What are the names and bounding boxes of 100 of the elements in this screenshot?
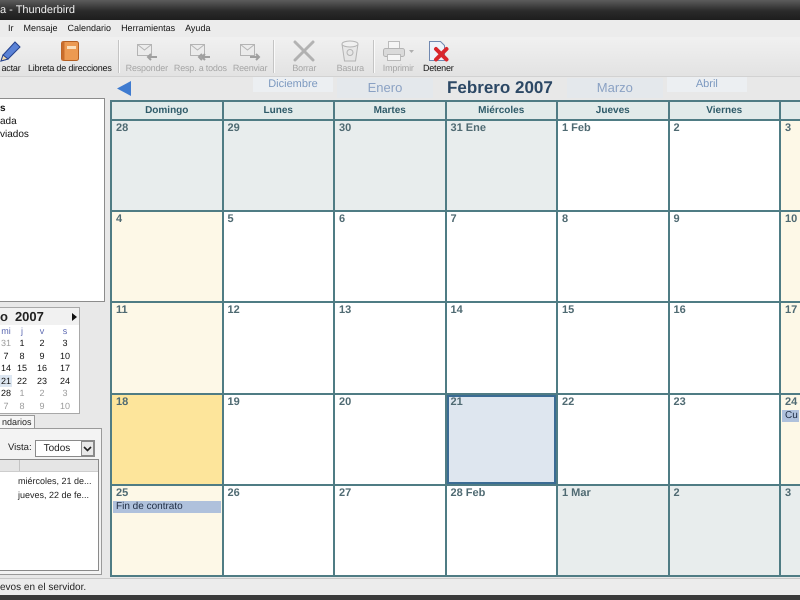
menu-item[interactable]: Herramientas bbox=[116, 22, 180, 35]
day-cell[interactable]: 16 bbox=[670, 303, 781, 395]
day-cell[interactable]: 18 bbox=[112, 394, 224, 486]
day-number: 14 bbox=[450, 303, 463, 318]
day-cell[interactable]: 8 bbox=[558, 212, 670, 304]
day-number: 28 bbox=[115, 121, 128, 135]
day-cell[interactable]: 2 bbox=[670, 486, 781, 577]
day-number: 9 bbox=[672, 212, 680, 226]
mini-calendar-day[interactable]: 28 bbox=[0, 387, 12, 400]
day-cell[interactable]: 4 bbox=[112, 212, 224, 304]
day-cell[interactable]: 30 bbox=[335, 121, 446, 212]
right-arrow-icon[interactable] bbox=[72, 312, 77, 320]
menu-item[interactable]: Mensaje bbox=[18, 22, 63, 35]
day-cell[interactable]: 23 bbox=[670, 394, 781, 486]
day-cell[interactable]: 11 bbox=[112, 303, 224, 395]
weekday-header: Viernes bbox=[670, 102, 781, 121]
day-cell[interactable]: 13 bbox=[335, 303, 446, 395]
day-cell[interactable]: 15 bbox=[558, 303, 670, 395]
day-cell[interactable]: 7 bbox=[446, 212, 558, 304]
pencil-icon bbox=[0, 40, 22, 62]
day-number: 26 bbox=[226, 486, 240, 500]
day-cell[interactable]: 1 Mar bbox=[558, 486, 670, 577]
menu-item[interactable]: Ayuda bbox=[180, 22, 216, 35]
event-row[interactable]: jueves, 22 de fe... bbox=[0, 488, 90, 502]
day-number: 10 bbox=[784, 212, 798, 226]
day-cell[interactable]: 28 Feb bbox=[446, 486, 558, 577]
day-cell[interactable]: 9 bbox=[670, 212, 781, 304]
view-label: Vista: bbox=[8, 441, 32, 456]
mini-calendar-day[interactable]: 2 bbox=[32, 337, 52, 350]
mini-calendar-day[interactable]: 14 bbox=[0, 362, 12, 374]
address-book-button[interactable]: Libreta de direcciones bbox=[25, 37, 115, 76]
mini-calendar-day[interactable]: 21 bbox=[0, 374, 12, 387]
calendars-tab[interactable]: ndarios bbox=[0, 415, 35, 428]
trash-icon bbox=[339, 40, 362, 62]
day-cell[interactable]: 17 bbox=[781, 303, 800, 395]
mini-calendar-day[interactable]: 23 bbox=[32, 374, 52, 387]
mini-calendar-day[interactable]: 7 bbox=[0, 350, 12, 362]
day-number: 1 Feb bbox=[561, 121, 591, 135]
day-cell[interactable]: 6 bbox=[335, 212, 446, 304]
day-number: 19 bbox=[226, 394, 240, 409]
weekday-label: v bbox=[38, 325, 46, 337]
day-number: 3 bbox=[784, 486, 792, 500]
mini-calendar-day[interactable]: 3 bbox=[52, 337, 78, 350]
mini-calendar-day[interactable]: 10 bbox=[52, 350, 78, 362]
day-number: 27 bbox=[338, 486, 352, 500]
folder-item[interactable]: ada bbox=[0, 115, 17, 128]
stop-button[interactable]: Detener bbox=[418, 37, 458, 76]
day-cell[interactable]: 29 bbox=[224, 121, 335, 212]
day-number: 17 bbox=[784, 303, 798, 318]
day-cell[interactable]: 3 bbox=[781, 486, 800, 577]
day-number: 7 bbox=[450, 212, 457, 226]
mini-calendar-day[interactable]: 16 bbox=[32, 362, 52, 374]
day-number: 12 bbox=[226, 303, 240, 318]
day-number: 13 bbox=[338, 303, 352, 318]
day-number: 11 bbox=[115, 303, 128, 318]
month-tab[interactable]: Febrero 2007 bbox=[437, 77, 563, 99]
menu-item[interactable]: Ir bbox=[3, 22, 18, 35]
day-number: 28 Feb bbox=[450, 486, 486, 500]
status-text: evos en el servidor. bbox=[0, 582, 86, 593]
day-cell[interactable]: 14 bbox=[446, 303, 558, 395]
day-cell[interactable]: 20 bbox=[335, 394, 446, 486]
calendar-event[interactable]: Fin de contrato bbox=[113, 500, 220, 513]
day-cell[interactable]: 12 bbox=[224, 303, 335, 395]
day-cell[interactable]: 28 bbox=[112, 121, 224, 212]
mini-calendar-day[interactable]: 1 bbox=[12, 337, 32, 350]
compose-button[interactable]: actar bbox=[0, 37, 25, 76]
day-cell[interactable]: 31 Ene bbox=[446, 121, 558, 212]
day-cell[interactable]: 24 Cu bbox=[781, 394, 800, 486]
mini-calendar-day[interactable]: 8 bbox=[12, 350, 32, 362]
folder-item[interactable]: s bbox=[0, 102, 6, 115]
day-cell[interactable]: 22 bbox=[558, 394, 670, 486]
day-cell[interactable]: 10 bbox=[781, 212, 800, 304]
day-cell[interactable]: 25 Fin de contrato bbox=[112, 486, 224, 577]
left-arrow-icon[interactable] bbox=[117, 81, 131, 96]
day-cell[interactable]: 19 bbox=[224, 394, 335, 486]
mini-calendar-day[interactable]: 15 bbox=[12, 362, 32, 374]
day-number: 21 bbox=[450, 394, 463, 409]
day-cell[interactable]: 5 bbox=[224, 212, 335, 304]
weekday-header: Domingo bbox=[112, 102, 224, 121]
folder-item[interactable]: viados bbox=[0, 128, 29, 141]
calendar-event[interactable]: Cu bbox=[782, 410, 799, 422]
caret-icon bbox=[408, 50, 414, 52]
day-cell[interactable]: 27 bbox=[335, 486, 446, 577]
mini-calendar-day[interactable]: 17 bbox=[52, 362, 78, 374]
day-number: 1 Mar bbox=[561, 486, 591, 500]
view-dropdown[interactable]: Todos bbox=[34, 440, 95, 457]
day-cell[interactable]: 1 Feb bbox=[558, 121, 670, 212]
day-cell[interactable]: 2 bbox=[670, 121, 781, 212]
day-cell[interactable]: 21 bbox=[446, 394, 558, 486]
weekday-header: Lunes bbox=[224, 102, 335, 121]
mini-calendar-day[interactable]: 24 bbox=[52, 374, 78, 387]
day-number: 2 bbox=[672, 121, 680, 135]
weekday-label: j bbox=[20, 325, 24, 337]
mini-calendar-day[interactable]: 22 bbox=[12, 374, 32, 387]
day-cell[interactable]: 3 bbox=[781, 121, 800, 212]
day-cell[interactable]: 26 bbox=[224, 486, 335, 577]
document-x-icon bbox=[427, 40, 450, 62]
event-row[interactable]: miércoles, 21 de... bbox=[0, 474, 92, 488]
menu-item[interactable]: Calendario bbox=[62, 22, 116, 35]
mini-calendar-day[interactable]: 9 bbox=[32, 350, 52, 362]
